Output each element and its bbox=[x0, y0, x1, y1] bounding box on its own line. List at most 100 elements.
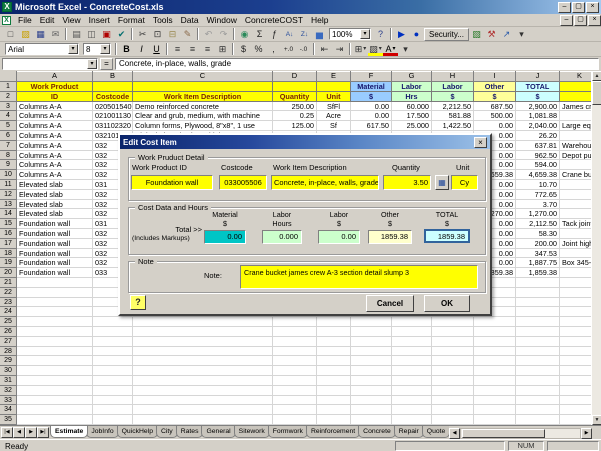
column-header-E[interactable]: E bbox=[317, 71, 351, 82]
cell-H2[interactable]: $ bbox=[432, 92, 474, 102]
cell-A23[interactable] bbox=[17, 298, 93, 308]
cell-A7[interactable]: Columns A-A bbox=[17, 141, 93, 151]
cell-A22[interactable] bbox=[17, 288, 93, 298]
cell-B1[interactable] bbox=[93, 82, 133, 92]
restore-icon[interactable]: ▢ bbox=[572, 2, 585, 13]
tab-formwork[interactable]: Formwork bbox=[268, 426, 308, 438]
zoom-combo[interactable]: 100%▾ bbox=[329, 28, 371, 40]
cell-B2[interactable]: Costcode bbox=[93, 92, 133, 102]
cell-A34[interactable] bbox=[17, 405, 93, 415]
cell-J3[interactable]: 2,900.00 bbox=[516, 102, 560, 112]
cell-J5[interactable]: 2,040.00 bbox=[516, 121, 560, 131]
custom-tool-3-icon[interactable]: ↗ bbox=[499, 28, 514, 41]
sort-descending-icon[interactable]: Z↓ bbox=[297, 28, 312, 41]
note-field[interactable]: Crane bucket james crew A-3 section deta… bbox=[240, 265, 478, 289]
cell-H29[interactable] bbox=[432, 356, 474, 366]
cell-J26[interactable] bbox=[516, 327, 560, 337]
tab-concrete[interactable]: Concrete bbox=[358, 426, 396, 438]
menu-data[interactable]: Data bbox=[177, 14, 203, 26]
cell-C25[interactable] bbox=[133, 317, 273, 327]
cell-I31[interactable] bbox=[474, 376, 516, 386]
cell-G2[interactable]: Hrs bbox=[392, 92, 432, 102]
menu-view[interactable]: View bbox=[58, 14, 84, 26]
cell-J16[interactable]: 58.30 bbox=[516, 229, 560, 239]
column-header-D[interactable]: D bbox=[273, 71, 317, 82]
scroll-down-icon[interactable]: ▼ bbox=[592, 415, 601, 425]
cell-G30[interactable] bbox=[392, 366, 432, 376]
cell-D29[interactable] bbox=[273, 356, 317, 366]
cell-I3[interactable]: 687.50 bbox=[474, 102, 516, 112]
cell-I5[interactable]: 0.00 bbox=[474, 121, 516, 131]
cell-D32[interactable] bbox=[273, 386, 317, 396]
minimize-icon[interactable]: – bbox=[560, 15, 573, 26]
labor-hours-total-field[interactable]: 0.000 bbox=[262, 230, 302, 244]
close-icon[interactable]: × bbox=[474, 137, 487, 148]
cell-J34[interactable] bbox=[516, 405, 560, 415]
cell-I29[interactable] bbox=[474, 356, 516, 366]
menu-file[interactable]: File bbox=[14, 14, 36, 26]
cell-I27[interactable] bbox=[474, 337, 516, 347]
cell-D25[interactable] bbox=[273, 317, 317, 327]
cell-E4[interactable]: Acre bbox=[317, 111, 351, 121]
cell-A15[interactable]: Foundation wall bbox=[17, 219, 93, 229]
dropdown-arrow-icon[interactable]: ▾ bbox=[393, 44, 396, 55]
cell-A32[interactable] bbox=[17, 386, 93, 396]
row-header-9[interactable]: 9 bbox=[0, 160, 17, 170]
cell-D30[interactable] bbox=[273, 366, 317, 376]
cell-F4[interactable]: 0.00 bbox=[351, 111, 392, 121]
cell-G27[interactable] bbox=[392, 337, 432, 347]
cell-A4[interactable]: Columns A-A bbox=[17, 111, 93, 121]
edit-formula-icon[interactable]: = bbox=[100, 58, 113, 70]
name-box[interactable]: ▾ bbox=[2, 58, 98, 70]
cell-D1[interactable] bbox=[273, 82, 317, 92]
cell-C27[interactable] bbox=[133, 337, 273, 347]
dropdown-arrow-icon[interactable]: ▾ bbox=[363, 44, 366, 55]
row-header-32[interactable]: 32 bbox=[0, 386, 17, 396]
cell-J11[interactable]: 10.70 bbox=[516, 180, 560, 190]
menu-edit[interactable]: Edit bbox=[36, 14, 59, 26]
cell-I33[interactable] bbox=[474, 396, 516, 406]
next-sheet-icon[interactable]: ▶ bbox=[25, 427, 37, 438]
cell-I26[interactable] bbox=[474, 327, 516, 337]
cell-J25[interactable] bbox=[516, 317, 560, 327]
cell-F3[interactable]: 0.00 bbox=[351, 102, 392, 112]
copy-icon[interactable]: ⊡ bbox=[150, 28, 165, 41]
currency-icon[interactable]: $ bbox=[236, 43, 251, 56]
cell-H30[interactable] bbox=[432, 366, 474, 376]
merge-center-icon[interactable]: ⊞ bbox=[215, 43, 230, 56]
column-header-G[interactable]: G bbox=[392, 71, 432, 82]
row-header-12[interactable]: 12 bbox=[0, 190, 17, 200]
cell-J20[interactable]: 1,859.38 bbox=[516, 268, 560, 278]
cell-E28[interactable] bbox=[317, 347, 351, 357]
cell-I34[interactable] bbox=[474, 405, 516, 415]
dropdown-arrow-icon[interactable]: ▾ bbox=[379, 44, 382, 55]
cell-I35[interactable] bbox=[474, 415, 516, 425]
row-header-14[interactable]: 14 bbox=[0, 209, 17, 219]
cell-J7[interactable]: 637.81 bbox=[516, 141, 560, 151]
print-icon[interactable]: ▤ bbox=[69, 28, 84, 41]
print-preview-icon[interactable]: ◫ bbox=[84, 28, 99, 41]
open-folder-icon[interactable]: ▨ bbox=[18, 28, 33, 41]
row-header-33[interactable]: 33 bbox=[0, 396, 17, 406]
cell-J22[interactable] bbox=[516, 288, 560, 298]
increase-indent-icon[interactable]: ⇥ bbox=[332, 43, 347, 56]
row-header-1[interactable]: 1 bbox=[0, 82, 17, 92]
cell-H34[interactable] bbox=[432, 405, 474, 415]
cell-A8[interactable]: Columns A-A bbox=[17, 151, 93, 161]
scroll-left-icon[interactable]: ◀ bbox=[449, 428, 460, 439]
column-header-H[interactable]: H bbox=[432, 71, 474, 82]
cell-H5[interactable]: 1,422.50 bbox=[432, 121, 474, 131]
row-header-24[interactable]: 24 bbox=[0, 307, 17, 317]
formula-field[interactable]: Concrete, in-place, walls, grade bbox=[115, 58, 599, 70]
cell-I2[interactable]: $ bbox=[474, 92, 516, 102]
cell-B4[interactable]: 021001130 bbox=[93, 111, 133, 121]
italic-icon[interactable]: I bbox=[134, 43, 149, 56]
menu-insert[interactable]: Insert bbox=[85, 14, 114, 26]
cell-F35[interactable] bbox=[351, 415, 392, 425]
tab-sitework[interactable]: Sitework bbox=[234, 426, 270, 438]
row-header-4[interactable]: 4 bbox=[0, 111, 17, 121]
cell-D26[interactable] bbox=[273, 327, 317, 337]
cell-A1[interactable]: Work Product bbox=[17, 82, 93, 92]
cell-C5[interactable]: Column forms, Plywood, 8"x8", 1 use bbox=[133, 121, 273, 131]
quantity-field[interactable]: 3.50 bbox=[383, 175, 431, 190]
